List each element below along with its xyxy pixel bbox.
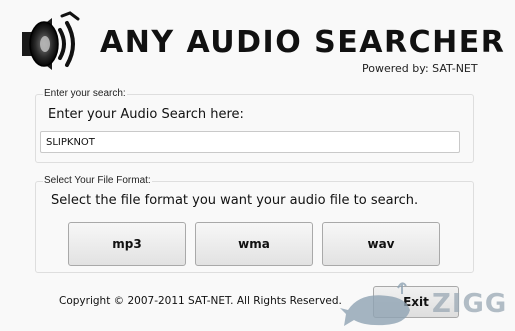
app-title: ANY AUDIO SEARCHER [100,25,506,60]
search-group-title: Enter your search: [43,88,127,100]
search-prompt: Enter your Audio Search here: [48,107,244,122]
powered-by-label: Powered by: SAT-NET [362,62,478,75]
wma-button[interactable]: wma [195,222,313,266]
wav-button[interactable]: wav [322,222,440,266]
exit-button[interactable]: Exit [373,286,459,318]
speaker-icon [22,11,80,70]
format-group-title: Select Your File Format: [43,175,152,187]
search-input[interactable] [40,131,460,153]
copyright-text: Copyright © 2007-2011 SAT-NET. All Right… [59,295,342,307]
format-prompt: Select the file format you want your aud… [51,193,419,208]
app-window: ANY AUDIO SEARCHER Powered by: SAT-NET E… [0,0,515,331]
mp3-button[interactable]: mp3 [68,222,186,266]
